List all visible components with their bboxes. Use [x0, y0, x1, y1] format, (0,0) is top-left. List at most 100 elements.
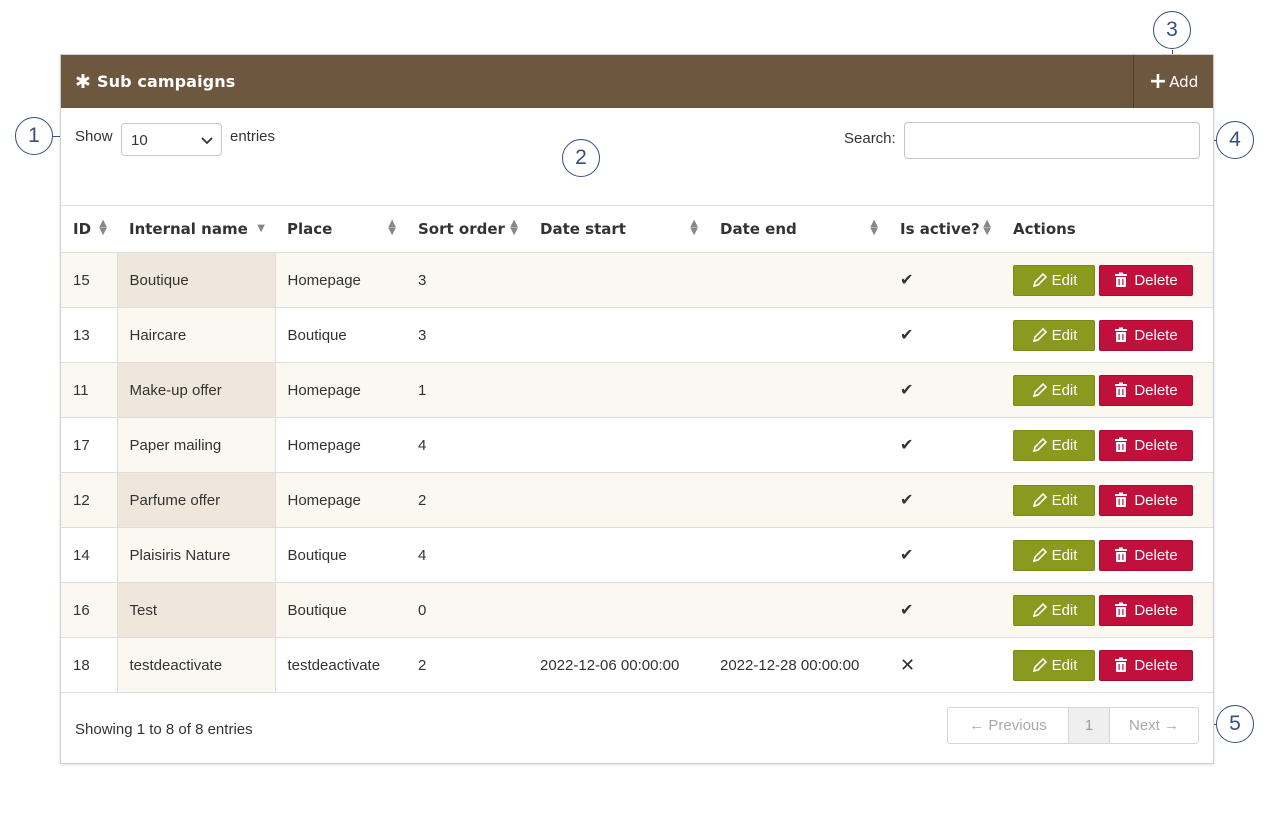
delete-label: Delete: [1134, 271, 1178, 289]
callout-1: 1: [15, 117, 53, 155]
delete-button[interactable]: Delete: [1099, 374, 1193, 406]
column-header-id[interactable]: ID ▲ ▼: [61, 205, 117, 253]
column-header-place[interactable]: Place ▲ ▼: [275, 205, 406, 253]
delete-button[interactable]: Delete: [1099, 264, 1193, 296]
cell-id: 12: [61, 472, 117, 528]
cell-sort-order: 2: [406, 472, 528, 528]
cell-is-active: ✔: [888, 417, 1001, 473]
cell-date-end: [708, 362, 888, 418]
edit-button[interactable]: Edit: [1013, 264, 1095, 296]
cell-id: 16: [61, 582, 117, 638]
add-label: Add: [1169, 72, 1199, 91]
cell-actions: Edit Delete: [1001, 252, 1213, 308]
table-row: 17 Paper mailing Homepage 4 ✔ Edit Delete: [61, 417, 1213, 473]
column-header-is-active[interactable]: Is active? ▲ ▼: [888, 205, 1001, 253]
column-header-date-end[interactable]: Date end ▲ ▼: [708, 205, 888, 253]
check-icon: ✔: [900, 327, 914, 344]
next-page-button[interactable]: Next →: [1110, 708, 1198, 743]
check-icon: ✔: [900, 492, 914, 509]
search-input[interactable]: [904, 122, 1200, 159]
panel-header: ✱ Sub campaigns + Add: [61, 55, 1213, 108]
column-header-date-start[interactable]: Date start ▲ ▼: [528, 205, 708, 253]
sort-icon: ▲ ▼: [983, 218, 991, 237]
column-label: Actions: [1013, 220, 1076, 238]
entries-length-select[interactable]: 10: [121, 123, 222, 156]
cell-is-active: ✔: [888, 582, 1001, 638]
trash-icon: [1115, 657, 1128, 672]
cell-place: Homepage: [275, 417, 406, 473]
cell-id: 13: [61, 307, 117, 363]
column-header-internal-name[interactable]: Internal name ▼: [117, 205, 275, 253]
cell-is-active: ✕: [888, 637, 1001, 693]
table-row: 12 Parfume offer Homepage 2 ✔ Edit Delete: [61, 472, 1213, 528]
cell-internal-name: testdeactivate: [116, 637, 276, 693]
edit-button[interactable]: Edit: [1013, 539, 1095, 571]
column-header-sort-order[interactable]: Sort order ▲ ▼: [406, 205, 528, 253]
entries-label: entries: [230, 128, 276, 145]
cell-date-start: 2022-12-06 00:00:00: [528, 637, 708, 693]
cell-date-end: [708, 582, 888, 638]
cell-internal-name: Haircare: [116, 307, 276, 363]
delete-button[interactable]: Delete: [1099, 484, 1193, 516]
edit-button[interactable]: Edit: [1013, 319, 1095, 351]
table-info: Showing 1 to 8 of 8 entries: [75, 721, 253, 738]
cell-place: Homepage: [275, 362, 406, 418]
page-1-button[interactable]: 1: [1068, 708, 1110, 743]
trash-icon: [1115, 382, 1128, 397]
chevron-down-icon: [201, 130, 213, 153]
edit-button[interactable]: Edit: [1013, 374, 1095, 406]
cell-date-end: [708, 472, 888, 528]
previous-page-button[interactable]: ← Previous: [948, 708, 1068, 743]
cell-place: Boutique: [275, 527, 406, 583]
cell-place: Homepage: [275, 472, 406, 528]
check-icon: ✔: [900, 437, 914, 454]
cell-date-end: [708, 307, 888, 363]
cell-place: Boutique: [275, 582, 406, 638]
edit-label: Edit: [1051, 656, 1078, 674]
edit-button[interactable]: Edit: [1013, 484, 1095, 516]
edit-button[interactable]: Edit: [1013, 649, 1095, 681]
table-row: 15 Boutique Homepage 3 ✔ Edit Delete: [61, 252, 1213, 308]
show-label: Show: [75, 128, 113, 145]
edit-button[interactable]: Edit: [1013, 429, 1095, 461]
delete-button[interactable]: Delete: [1099, 319, 1193, 351]
column-label: Place: [287, 220, 333, 238]
sort-icon: ▲ ▼: [870, 218, 878, 237]
pencil-icon: [1032, 327, 1047, 343]
entries-length-value: 10: [131, 132, 148, 149]
delete-button[interactable]: Delete: [1099, 429, 1193, 461]
delete-button[interactable]: Delete: [1099, 594, 1193, 626]
table-row: 14 Plaisiris Nature Boutique 4 ✔ Edit Delete: [61, 527, 1213, 583]
delete-label: Delete: [1134, 546, 1178, 564]
pencil-icon: [1032, 602, 1047, 618]
cell-sort-order: 4: [406, 417, 528, 473]
cell-is-active: ✔: [888, 472, 1001, 528]
cell-date-end: [708, 252, 888, 308]
edit-label: Edit: [1051, 271, 1078, 289]
cell-internal-name: Paper mailing: [116, 417, 276, 473]
table-header-row: ID ▲ ▼ Internal name ▼ Place ▲ ▼ Sort order ▲ ▼…: [61, 205, 1213, 253]
cell-id: 14: [61, 527, 117, 583]
trash-icon: [1115, 602, 1128, 617]
delete-button[interactable]: Delete: [1099, 539, 1193, 571]
trash-icon: [1115, 437, 1128, 452]
cell-actions: Edit Delete: [1001, 417, 1213, 473]
edit-label: Edit: [1051, 436, 1078, 454]
cell-internal-name: Boutique: [116, 252, 276, 308]
delete-label: Delete: [1134, 491, 1178, 509]
add-button[interactable]: + Add: [1133, 55, 1213, 108]
pencil-icon: [1032, 492, 1047, 508]
edit-button[interactable]: Edit: [1013, 594, 1095, 626]
trash-icon: [1115, 492, 1128, 507]
table-row: 13 Haircare Boutique 3 ✔ Edit Delete: [61, 307, 1213, 363]
trash-icon: [1115, 547, 1128, 562]
cell-sort-order: 3: [406, 307, 528, 363]
delete-label: Delete: [1134, 326, 1178, 344]
delete-label: Delete: [1134, 656, 1178, 674]
edit-label: Edit: [1051, 546, 1078, 564]
cell-sort-order: 1: [406, 362, 528, 418]
pencil-icon: [1032, 382, 1047, 398]
column-label: Internal name: [129, 220, 248, 238]
sort-desc-icon: ▼: [257, 223, 265, 234]
delete-button[interactable]: Delete: [1099, 649, 1193, 681]
